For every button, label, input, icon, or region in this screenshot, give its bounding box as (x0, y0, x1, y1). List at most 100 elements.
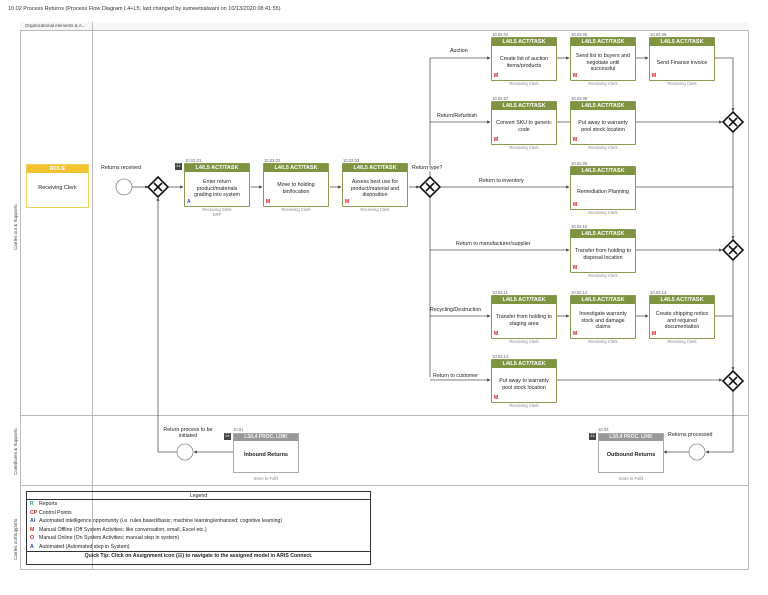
task-role: Receiving Clerk (649, 339, 715, 344)
link-header: L3/L4 PROC. LINK (234, 434, 298, 441)
event-returns-processed: Returns processed (668, 432, 713, 438)
assignment-icon[interactable]: ☷ (224, 433, 231, 440)
task-role: Receiving Clerk (570, 81, 636, 86)
task-role-label: Receiving Clerk (588, 81, 618, 86)
task-role-label: Receiving Clerk (588, 339, 618, 344)
event-returns-received: Returns received (101, 165, 142, 171)
link-sub: Store to Fulfil (618, 476, 644, 481)
manual-offline-marker-icon: M (573, 265, 578, 271)
legend-text: Manual Online (On System Activities; man… (39, 535, 180, 541)
process-link[interactable]: L3/L4 PROC. LINK Inbound Returns (233, 433, 299, 473)
task-role: Receiving Clerk (570, 210, 636, 215)
task-role-label: Receiving Clerk (667, 339, 697, 344)
task-role-label: Receiving Clerk (509, 145, 539, 150)
intermediate-event (176, 443, 194, 461)
gateway-return-type: Return type? (412, 165, 443, 171)
task-name: Create shipping notice and required docu… (655, 310, 709, 331)
task-header: L4/L5 ACT/TASK (571, 167, 635, 175)
task-box[interactable]: L4/L5 ACT/TASK Move to holding bin/locat… (263, 163, 329, 207)
legend-text: Reports (39, 501, 58, 507)
legend-item: A Automated (Automated step in System) (27, 543, 370, 552)
xor-gateway (721, 238, 745, 262)
xor-gateway (146, 175, 170, 199)
legend-item: M Manual Offline (Off System Activities; … (27, 526, 370, 535)
legend-icon: A (30, 543, 34, 550)
task-header: L4/L5 ACT/TASK (650, 296, 714, 304)
branch-auction: Auction (450, 48, 468, 54)
intermediate-event (688, 443, 706, 461)
xor-gateway (721, 110, 745, 134)
task-box[interactable]: L4/L5 ACT/TASK Enter return product/mate… (184, 163, 250, 207)
link-name: Outbound Returns (606, 452, 656, 458)
task-system-label: ERP (212, 212, 222, 218)
xor-gateway (721, 369, 745, 393)
task-name: Assess best use for product/material and… (350, 178, 400, 199)
task-box[interactable]: L4/L5 ACT/TASK Put away to warranty pool… (570, 101, 636, 145)
manual-offline-marker-icon: M (573, 331, 578, 337)
manual-offline-marker-icon: M (573, 73, 578, 79)
task-box[interactable]: L4/L5 ACT/TASK Remediation Planning M (570, 166, 636, 210)
legend: Legend R Reports CP Control Points AI Automat… (26, 491, 371, 565)
task-role: Receiving Clerk (570, 273, 636, 278)
task-box[interactable]: L4/L5 ACT/TASK Transfer from holding to … (491, 295, 557, 339)
task-name: Convert SKU to generic code (496, 120, 552, 133)
task-name: Investigate warranty stock and damage cl… (579, 310, 627, 331)
legend-item: AI Automated intelligence opportunity (i.… (27, 517, 370, 526)
manual-offline-marker-icon: M (652, 73, 657, 79)
legend-text: Control Points (39, 509, 72, 516)
task-header: L4/L5 ACT/TASK (492, 360, 556, 368)
legend-text: Automated (Automated step in System) (39, 543, 130, 550)
task-name: Put away to warranty pool stock location (499, 378, 549, 391)
task-box[interactable]: L4/L5 ACT/TASK Create shipping notice an… (649, 295, 715, 339)
process-link[interactable]: L3/L4 PROC. LINK Outbound Returns (598, 433, 664, 473)
task-header: L4/L5 ACT/TASK (571, 102, 635, 110)
legend-icon: R (30, 501, 34, 507)
assignment-icon[interactable]: ☷ (175, 163, 182, 170)
task-name: Move to holding bin/location (277, 182, 315, 195)
branch-manufacturer: Return to manufacturer/supplier (456, 241, 531, 247)
task-box[interactable]: L4/L5 ACT/TASK Put away to warranty pool… (491, 359, 557, 403)
task-name: Send Finance invoice (656, 59, 708, 66)
task-box[interactable]: L4/L5 ACT/TASK Assess best use for produ… (342, 163, 408, 207)
event-process-initiated: Return process to be initiated (163, 427, 213, 439)
link-id: 10.01 (233, 427, 244, 432)
task-role-label: Receiving Clerk (588, 145, 618, 150)
task-header: L4/L5 ACT/TASK (650, 38, 714, 46)
task-box[interactable]: L4/L5 ACT/TASK Create list of auction it… (491, 37, 557, 81)
manual-offline-marker-icon: M (345, 199, 350, 205)
task-box[interactable]: L4/L5 ACT/TASK Transfer from holding to … (570, 229, 636, 273)
task-role: Receiving Clerk (491, 81, 557, 86)
legend-icon: CP (30, 509, 38, 516)
legend-title: Legend (27, 492, 370, 500)
link-header: L3/L4 PROC. LINK (599, 434, 663, 441)
branch-inventory: Return to inventory (479, 178, 524, 184)
legend-item: O Manual Online (On System Activities; ma… (27, 534, 370, 543)
task-header: L4/L5 ACT/TASK (571, 296, 635, 304)
task-role-label: Receiving Clerk (588, 210, 618, 215)
task-role: Receiving Clerk (263, 207, 329, 212)
xor-gateway (418, 175, 442, 199)
legend-tip: Quick Tip: Click on Assignment icon (☷) … (27, 551, 370, 559)
manual-offline-marker-icon: M (494, 331, 499, 337)
task-role: Receiving Clerk (491, 145, 557, 150)
branch-recycling: Recycling/Destruction (430, 307, 482, 313)
task-header: L4/L5 ACT/TASK (492, 296, 556, 304)
manual-offline-marker-icon: M (573, 137, 578, 143)
manual-offline-marker-icon: M (494, 137, 499, 143)
task-box[interactable]: L4/L5 ACT/TASK Convert SKU to generic co… (491, 101, 557, 145)
legend-text: Automated intelligence opportunity (i.e.… (39, 518, 283, 524)
legend-icon: M (30, 526, 35, 533)
task-box[interactable]: L4/L5 ACT/TASK Investigate warranty stoc… (570, 295, 636, 339)
task-role: Receiving Clerk (342, 207, 408, 212)
assignment-icon[interactable]: ☷ (589, 433, 596, 440)
task-header: L4/L5 ACT/TASK (571, 230, 635, 238)
task-header: L4/L5 ACT/TASK (571, 38, 635, 46)
task-role-label: Receiving Clerk (509, 403, 539, 408)
task-role: Receiving Clerk (570, 145, 636, 150)
start-event (115, 178, 133, 196)
branch-refurbish: Return/Refurbish (437, 113, 478, 119)
task-name: Transfer from holding to staging area (495, 314, 553, 327)
task-role: Receiving Clerk (570, 339, 636, 344)
task-box[interactable]: L4/L5 ACT/TASK Send Finance invoice M (649, 37, 715, 81)
task-box[interactable]: L4/L5 ACT/TASK Send list to buyers and n… (570, 37, 636, 81)
